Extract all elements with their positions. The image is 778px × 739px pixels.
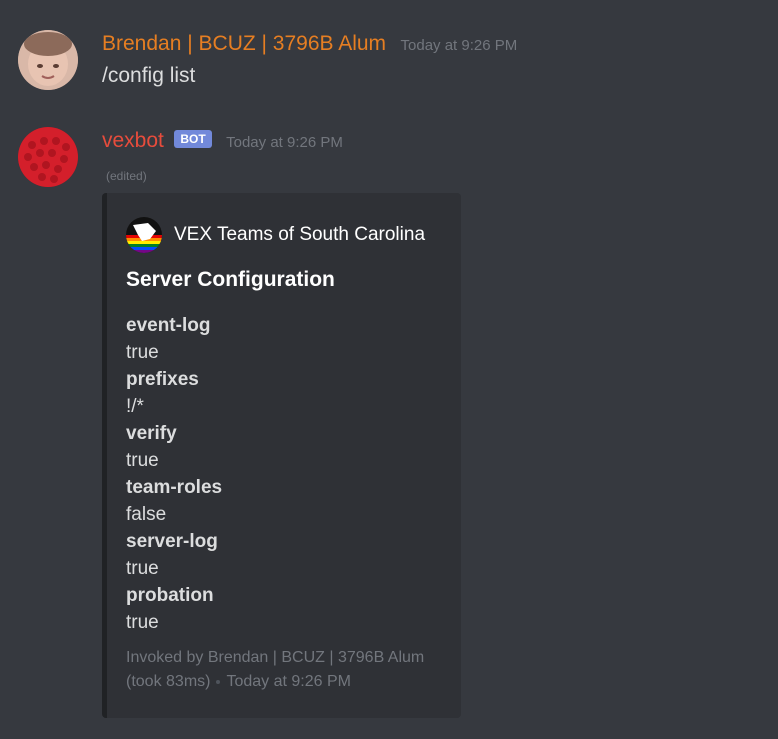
field-value-event-log: true: [126, 342, 159, 363]
embed-footer-meta: (took 83ms) Today at 9:26 PM: [126, 670, 424, 694]
embed-footer-time: Today at 9:26 PM: [226, 673, 351, 690]
field-value-probation: true: [126, 612, 159, 633]
field-name-server-log: server-log: [126, 531, 218, 552]
message-vexbot: vexbot BOT Today at 9:26 PM (edited) VEX…: [0, 0, 778, 739]
field-value-team-roles: false: [126, 504, 167, 525]
avatar-vexbot[interactable]: [18, 127, 78, 187]
footer-separator-dot: [216, 679, 221, 684]
bot-tag-badge: BOT: [174, 130, 212, 148]
field-name-probation: probation: [126, 585, 214, 606]
field-value-server-log: true: [126, 558, 159, 579]
embed-fields: event-log true prefixes !/* verify true …: [126, 312, 222, 636]
field-name-prefixes: prefixes: [126, 369, 199, 390]
field-value-verify: true: [126, 450, 159, 471]
field-value-prefixes: !/*: [126, 396, 144, 417]
embed-author-icon: [126, 217, 162, 253]
field-name-team-roles: team-roles: [126, 477, 223, 498]
embed-footer: Invoked by Brendan | BCUZ | 3796B Alum (…: [126, 646, 424, 694]
embed-author-name[interactable]: VEX Teams of South Carolina: [174, 224, 425, 246]
avatar-vexbot-image: [18, 127, 78, 187]
embed-footer-invoked: Invoked by Brendan | BCUZ | 3796B Alum: [126, 649, 425, 666]
embed-footer-took: (took 83ms): [126, 673, 211, 690]
edited-label: (edited): [106, 169, 147, 183]
message-header: vexbot BOT Today at 9:26 PM: [102, 129, 343, 153]
chat-messages: Brendan | BCUZ | 3796B Alum Today at 9:2…: [0, 0, 778, 739]
message-timestamp: Today at 9:26 PM: [226, 134, 343, 151]
south-carolina-logo-icon: [126, 217, 162, 253]
embed-author: VEX Teams of South Carolina: [126, 217, 425, 253]
field-name-verify: verify: [126, 423, 177, 444]
username-vexbot[interactable]: vexbot: [102, 129, 164, 152]
embed-title: Server Configuration: [126, 268, 335, 291]
field-name-event-log: event-log: [126, 315, 211, 336]
